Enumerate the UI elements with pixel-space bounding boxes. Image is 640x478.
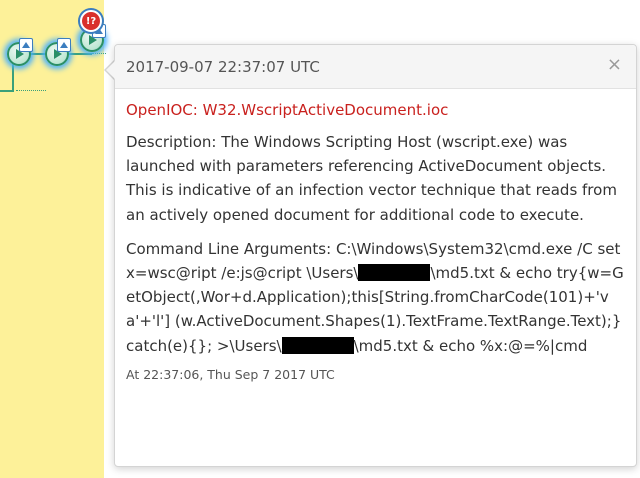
popover-title: 2017-09-07 22:37:07 UTC [126, 58, 320, 76]
process-node-icon[interactable] [45, 38, 71, 66]
process-connector-vertical [12, 64, 14, 92]
close-icon[interactable]: × [607, 56, 622, 74]
command-text-part3: \md5.txt & echo %x:@=%|cmd [353, 336, 588, 355]
ioc-description: Description: The Windows Scripting Host … [126, 133, 617, 224]
ioc-name: OpenIOC: W32.WscriptActiveDocument.ioc [126, 101, 449, 119]
alert-badge-icon[interactable]: !? [80, 10, 102, 32]
timeline-lane [0, 0, 104, 478]
process-badge-icon [57, 38, 71, 52]
popover-arrow-inner [106, 61, 115, 79]
process-node-icon[interactable] [7, 38, 33, 66]
alert-badge-text: !? [85, 15, 97, 27]
event-timestamp: At 22:37:06, Thu Sep 7 2017 UTC [126, 366, 335, 382]
popover-body: OpenIOC: W32.WscriptActiveDocument.ioc D… [115, 89, 636, 382]
process-connector-branch [0, 90, 14, 92]
redacted-block [358, 264, 431, 282]
command-line-arguments: Command Line Arguments: C:\Windows\Syste… [126, 237, 625, 358]
process-badge-icon [19, 38, 33, 52]
process-connector-dotted [16, 90, 46, 91]
redacted-block [281, 336, 354, 354]
popover-header: 2017-09-07 22:37:07 UTC × [115, 45, 636, 89]
timeline-view: !? 2017-09-07 22:37:07 UTC × OpenIOC: W3… [0, 0, 640, 478]
process-connector-dotted [92, 53, 106, 54]
ioc-popover: 2017-09-07 22:37:07 UTC × OpenIOC: W32.W… [114, 44, 637, 467]
